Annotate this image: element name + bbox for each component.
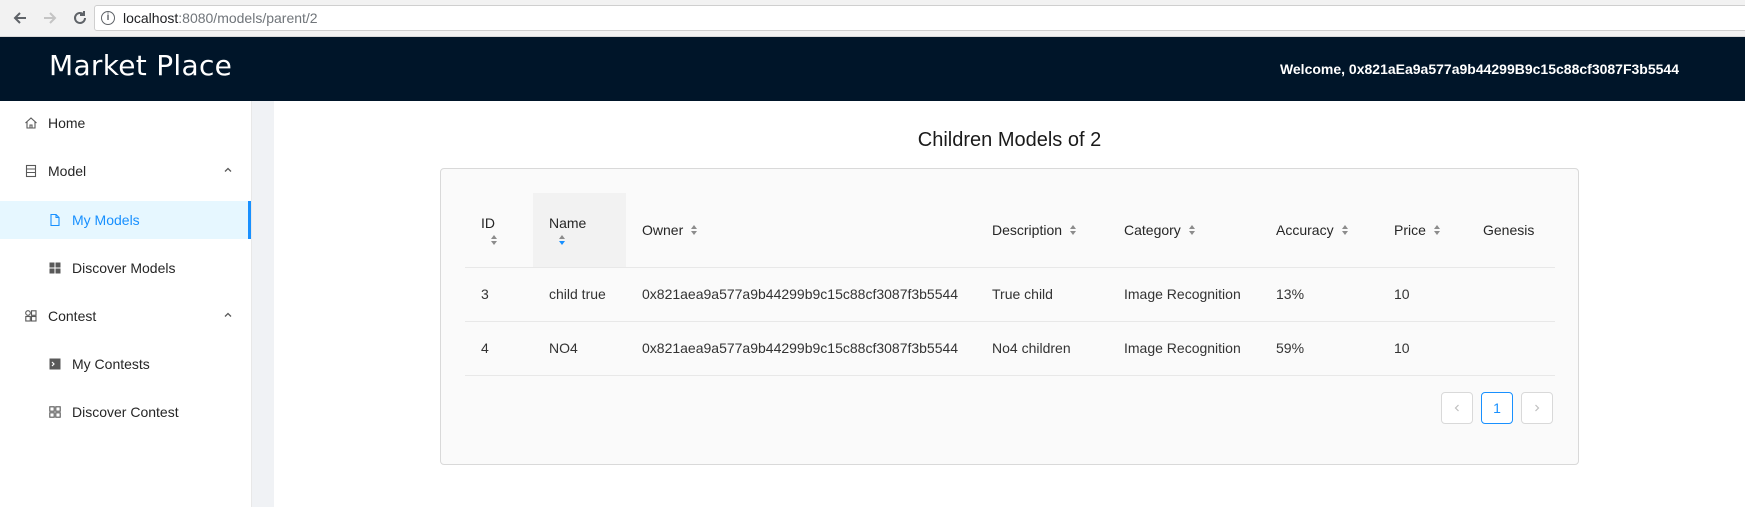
cell-id: 3 (465, 267, 533, 322)
cell-accuracy: 59% (1260, 321, 1378, 376)
column-header-price[interactable]: Price (1378, 193, 1467, 268)
sidebar-item-label: Discover Models (72, 260, 176, 276)
sidebar-item-contest[interactable]: Contest (0, 297, 251, 335)
cell-owner: 0x821aea9a577a9b44299b9c15c88cf3087f3b55… (626, 267, 976, 322)
forward-button[interactable] (36, 4, 64, 32)
column-header-id[interactable]: ID (465, 193, 533, 268)
column-header-accuracy[interactable]: Accuracy (1260, 193, 1378, 268)
column-label: Accuracy (1276, 221, 1334, 238)
cell-description: No4 children (976, 321, 1108, 376)
column-label: Price (1394, 221, 1426, 238)
prev-page-button[interactable] (1441, 392, 1473, 424)
table-header-row: ID Name Owner Description Category Accur… (465, 193, 1555, 268)
file-icon (48, 213, 62, 227)
column-label: Name (549, 214, 587, 231)
cell-price: 10 (1378, 267, 1467, 322)
column-header-description[interactable]: Description (976, 193, 1108, 268)
address-bar[interactable]: i localhost:8080/models/parent/2 (94, 5, 1745, 31)
column-label: Owner (642, 221, 684, 238)
column-label: ID (481, 214, 495, 231)
sidebar-item-label: Contest (48, 308, 97, 324)
arrow-left-icon (13, 12, 26, 24)
sort-icon[interactable] (1070, 224, 1077, 235)
terminal-icon (48, 357, 62, 371)
column-header-genesis: Genesis (1467, 193, 1555, 268)
sort-icon[interactable] (1433, 224, 1440, 235)
cell-genesis (1467, 321, 1555, 376)
sort-icon[interactable] (1188, 224, 1195, 235)
cell-description: True child (976, 267, 1108, 322)
url-host: localhost (123, 10, 179, 26)
sort-icon[interactable] (491, 234, 497, 245)
sidebar-item-home[interactable]: Home (0, 104, 251, 142)
reload-button[interactable] (66, 4, 94, 32)
welcome-text: Welcome, 0x821aEa9a577a9b44299B9c15c88cf… (1279, 61, 1679, 77)
chevron-up-icon (224, 167, 232, 172)
column-label: Description (992, 221, 1063, 238)
cell-category: Image Recognition (1108, 321, 1260, 376)
cell-owner: 0x821aea9a577a9b44299b9c15c88cf3087f3b55… (626, 321, 976, 376)
database-icon (24, 164, 38, 178)
sort-icon[interactable] (1341, 224, 1348, 235)
sidebar-item-label: Home (48, 115, 86, 131)
column-header-name[interactable]: Name (533, 193, 626, 268)
page-title: Children Models of 2 (917, 129, 1102, 151)
sidebar-item-label: My Contests (72, 356, 150, 372)
reload-icon (74, 11, 86, 24)
home-icon (24, 116, 38, 130)
browser-toolbar: i localhost:8080/models/parent/2 (0, 0, 1745, 37)
cell-genesis (1467, 267, 1555, 322)
grid-icon (48, 261, 62, 275)
cell-name: child true (533, 267, 626, 322)
next-page-button[interactable] (1521, 392, 1553, 424)
cell-price: 10 (1378, 321, 1467, 376)
back-button[interactable] (6, 4, 34, 32)
table-row[interactable]: 4 NO4 0x821aea9a577a9b44299b9c15c88cf308… (465, 321, 1555, 376)
models-table: ID Name Owner Description Category Accur… (465, 193, 1555, 376)
cell-name: NO4 (533, 321, 626, 376)
main-content: Children Models of 2 ID Name Owner Descr… (274, 101, 1745, 507)
column-label: Genesis (1483, 221, 1535, 238)
chevron-up-icon (224, 312, 232, 317)
arrow-right-icon (44, 12, 57, 24)
appstore-icon (48, 405, 62, 419)
sidebar-item-model[interactable]: Model (0, 152, 251, 190)
sidebar-item-label: My Models (72, 212, 140, 228)
table-row[interactable]: 3 child true 0x821aea9a577a9b44299b9c15c… (465, 267, 1555, 322)
sidebar: Home Model My Models Discover Models Con… (0, 101, 251, 507)
chevron-left-icon (1454, 404, 1459, 412)
cell-accuracy: 13% (1260, 267, 1378, 322)
sidebar-item-label: Discover Contest (72, 404, 179, 420)
sidebar-item-my-models[interactable]: My Models (0, 201, 251, 239)
cell-id: 4 (465, 321, 533, 376)
chevron-right-icon (1535, 404, 1540, 412)
info-icon: i (101, 11, 115, 25)
logo[interactable]: Market Place (49, 49, 232, 82)
sort-icon[interactable] (691, 224, 698, 235)
sidebar-item-label: Model (48, 163, 87, 179)
column-header-owner[interactable]: Owner (626, 193, 976, 268)
app-header: Market Place Welcome, 0x821aEa9a577a9b44… (0, 37, 1745, 101)
table-card: ID Name Owner Description Category Accur… (440, 168, 1579, 465)
sort-icon[interactable] (559, 234, 565, 245)
sidebar-item-discover-contest[interactable]: Discover Contest (0, 393, 251, 431)
url-path: :8080/models/parent/2 (178, 10, 318, 26)
contest-icon (24, 309, 38, 323)
sidebar-divider (251, 101, 274, 507)
page-1-button[interactable]: 1 (1481, 392, 1513, 424)
sidebar-item-discover-models[interactable]: Discover Models (0, 249, 251, 287)
cell-category: Image Recognition (1108, 267, 1260, 322)
column-header-category[interactable]: Category (1108, 193, 1260, 268)
sidebar-item-my-contests[interactable]: My Contests (0, 345, 251, 383)
column-label: Category (1124, 221, 1181, 238)
